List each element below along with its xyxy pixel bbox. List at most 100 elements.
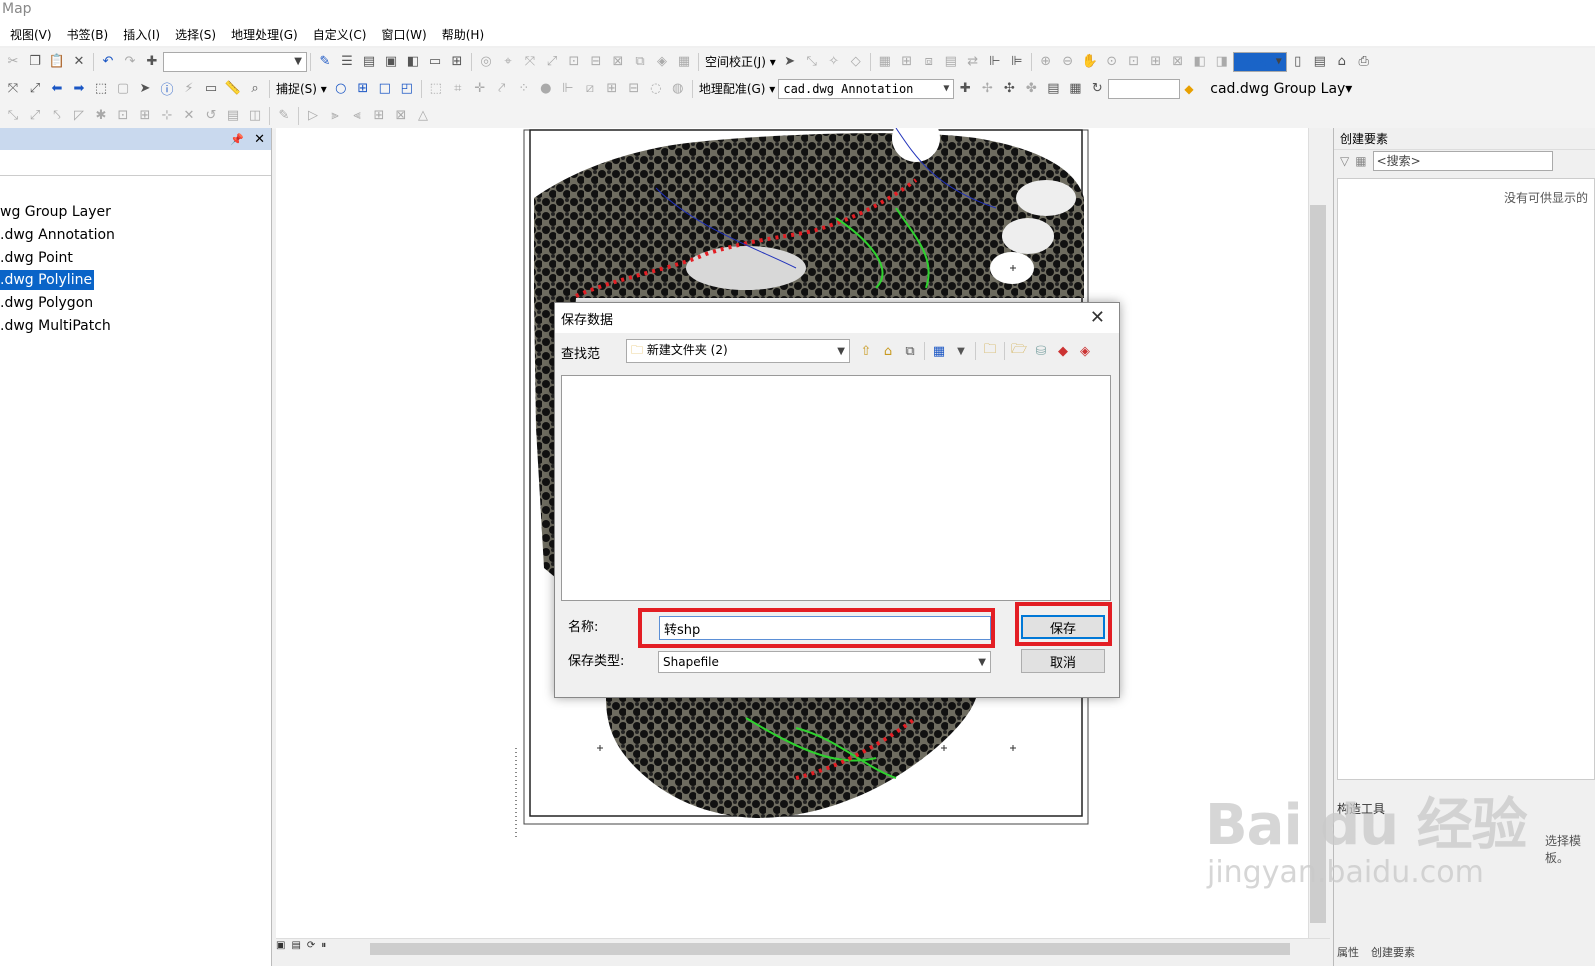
tool-icon[interactable]: ◸ — [69, 106, 89, 126]
tool-icon[interactable]: ⊞ — [897, 52, 917, 72]
tool-icon[interactable]: ◈ — [652, 52, 672, 72]
layout-icon[interactable]: ▯ — [1288, 52, 1308, 72]
rotation-input[interactable] — [1108, 78, 1181, 99]
horizontal-scroll-thumb[interactable] — [370, 943, 1290, 955]
view-list-icon[interactable]: ▦ — [929, 341, 949, 361]
full-extent-icon[interactable]: ⊙ — [1102, 52, 1122, 72]
tool-icon[interactable]: ⊞ — [1146, 52, 1166, 72]
zoom-out-icon[interactable]: ⊖ — [1058, 52, 1078, 72]
arctoolbox-icon[interactable]: ◧ — [403, 52, 423, 72]
redo-icon[interactable]: ↷ — [120, 52, 140, 72]
tool-icon[interactable]: ⌗ — [448, 79, 468, 99]
up-one-level-icon[interactable]: ⇧ — [856, 341, 876, 361]
look-in-combo[interactable]: 🗀 新建文件夹 (2) ▼ — [626, 339, 850, 363]
table-of-contents-icon[interactable]: ☰ — [337, 52, 357, 72]
layer-point[interactable]: .dwg Point — [0, 248, 75, 268]
toolbox-icon[interactable]: ◆ — [1053, 341, 1073, 361]
folder-icon[interactable]: 🗁 — [1009, 341, 1029, 361]
vertex-snap-icon[interactable]: □ — [375, 79, 395, 99]
print-icon[interactable]: ⎙ — [1354, 52, 1374, 72]
tool-icon[interactable]: ✛ — [470, 79, 490, 99]
tool-icon[interactable]: ▦ — [875, 52, 895, 72]
tool-icon[interactable]: ▷ — [303, 106, 323, 126]
clear-selection-icon[interactable]: ▢ — [113, 79, 133, 99]
tool-icon[interactable]: ▤ — [941, 52, 961, 72]
tool-icon[interactable]: ⊠ — [1168, 52, 1188, 72]
tool-icon[interactable]: ● — [536, 79, 556, 99]
snapping-menu[interactable]: 捕捉(S) ▾ — [276, 80, 327, 97]
tool-icon[interactable]: ⊞ — [135, 106, 155, 126]
delete-icon[interactable]: ✕ — [69, 52, 89, 72]
tool-icon[interactable]: ⤢ — [542, 52, 562, 72]
back-arrow-icon[interactable]: ⬅ — [47, 79, 67, 99]
tool-icon[interactable]: ✤ — [1021, 79, 1041, 99]
tool-icon[interactable]: ⊠ — [608, 52, 628, 72]
layer-group[interactable]: wg Group Layer — [0, 202, 113, 222]
home-icon[interactable]: ⌂ — [878, 341, 898, 361]
tool-icon[interactable]: ⬚ — [426, 79, 446, 99]
group-layer-combo[interactable]: ◆ cad.dwg Group Lay▾ — [1180, 79, 1356, 99]
menu-bookmarks[interactable]: 书签(B) — [67, 26, 109, 43]
paste-icon[interactable]: 📋 — [47, 52, 67, 72]
layer-multipatch[interactable]: .dwg MultiPatch — [0, 316, 113, 336]
find-icon[interactable]: ⌕ — [245, 79, 265, 99]
tool-icon[interactable]: ⊠ — [391, 106, 411, 126]
tool-icon[interactable]: ⊟ — [624, 79, 644, 99]
database-icon[interactable]: ⛁ — [1031, 341, 1051, 361]
undo-icon[interactable]: ↶ — [98, 52, 118, 72]
tool-icon[interactable]: ⊡ — [113, 106, 133, 126]
tool-icon[interactable]: ⤡ — [802, 52, 822, 72]
file-list[interactable] — [561, 375, 1111, 601]
zoom-in-icon[interactable]: ⊕ — [1036, 52, 1056, 72]
close-icon[interactable]: ✕ — [1090, 307, 1105, 328]
tool-icon[interactable]: ◨ — [1212, 52, 1232, 72]
tool-icon[interactable]: ◇ — [846, 52, 866, 72]
tool-icon[interactable]: ⊡ — [1124, 52, 1144, 72]
layer-polygon[interactable]: .dwg Polygon — [0, 293, 95, 313]
tool-icon[interactable]: ⤧ — [520, 52, 540, 72]
copy-icon[interactable]: ❐ — [25, 52, 45, 72]
tool-icon[interactable]: ↺ — [201, 106, 221, 126]
tool-icon[interactable]: ✧ — [824, 52, 844, 72]
editor-icon[interactable]: ✎ — [315, 52, 335, 72]
add-data-icon[interactable]: ✚ — [142, 52, 162, 72]
close-icon[interactable]: ✕ — [254, 132, 265, 147]
point-snap-icon[interactable]: ○ — [331, 79, 351, 99]
layer-annotation[interactable]: .dwg Annotation — [0, 225, 117, 245]
tool-icon[interactable]: ⊩ — [985, 52, 1005, 72]
tool-icon[interactable]: ⤢ — [25, 106, 45, 126]
tool-icon[interactable]: ✎ — [274, 106, 294, 126]
tool-icon[interactable]: ⤤ — [492, 79, 512, 99]
tool-icon[interactable]: ⊟ — [586, 52, 606, 72]
tab-create-features[interactable]: 创建要素 — [1371, 944, 1415, 960]
menu-geoprocessing[interactable]: 地理处理(G) — [231, 26, 298, 43]
tool-icon[interactable]: ▦ — [674, 52, 694, 72]
tool-icon[interactable]: ⤡ — [3, 106, 23, 126]
menu-selection[interactable]: 选择(S) — [175, 26, 216, 43]
select-elements-icon[interactable]: ➤ — [135, 79, 155, 99]
tool-icon[interactable]: ⇄ — [963, 52, 983, 72]
save-type-combo[interactable]: Shapefile ▼ — [658, 651, 991, 673]
forward-arrow-icon[interactable]: ➡ — [69, 79, 89, 99]
connect-folder-icon[interactable]: ⧉ — [900, 341, 920, 361]
identify-icon[interactable]: ⓘ — [157, 79, 177, 99]
scale-combo[interactable]: ▼ — [163, 51, 307, 72]
view-link-table-icon[interactable]: ▦ — [1065, 79, 1085, 99]
tool-icon[interactable]: ✕ — [179, 106, 199, 126]
pan-icon[interactable]: ✋ — [1080, 52, 1100, 72]
menu-insert[interactable]: 插入(I) — [123, 26, 160, 43]
tool-icon[interactable]: ⁘ — [514, 79, 534, 99]
template-list[interactable]: 没有可供显示的 — [1337, 178, 1595, 780]
tool-icon[interactable]: ⫷ — [347, 106, 367, 126]
tool-icon[interactable]: ⧉ — [630, 52, 650, 72]
pause-icon[interactable]: ⏸ — [321, 940, 326, 951]
tool-icon[interactable]: ⊞ — [602, 79, 622, 99]
tool-icon[interactable]: ⌖ — [498, 52, 518, 72]
layout-view-icon[interactable]: ▤ — [291, 940, 300, 951]
organize-templates-icon[interactable]: ▦ — [1355, 154, 1366, 168]
tool-icon[interactable]: ⫸ — [325, 106, 345, 126]
add-control-points-icon[interactable]: ✚ — [955, 79, 975, 99]
select-arrow-icon[interactable]: ➤ — [780, 52, 800, 72]
end-snap-icon[interactable]: ⊞ — [353, 79, 373, 99]
menu-customize[interactable]: 自定义(C) — [313, 26, 367, 43]
